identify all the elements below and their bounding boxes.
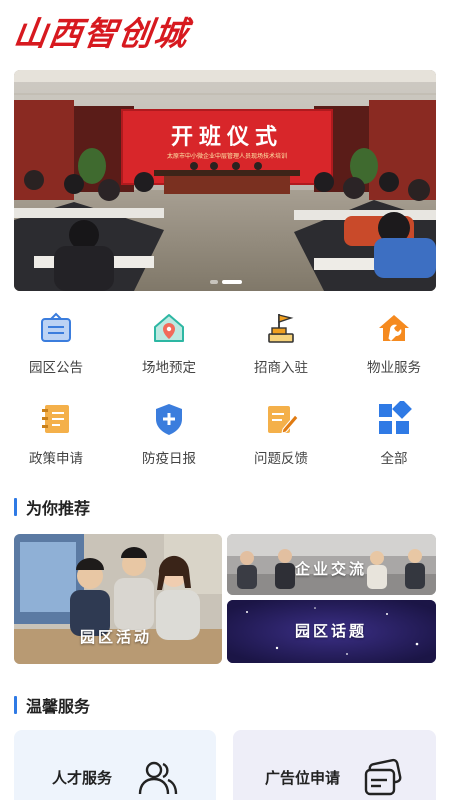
banner-carousel[interactable]: 开班仪式 太原市中小微企业中层管理人员现场技术培训 — [14, 70, 436, 291]
menu-item-venue-booking[interactable]: 场地预定 — [113, 304, 225, 378]
card-park-activities[interactable]: 园区活动 — [14, 534, 222, 664]
section-accent-bar — [14, 498, 17, 516]
menu-item-feedback[interactable]: 问题反馈 — [225, 395, 337, 469]
app-logo: 山西智创城 — [11, 14, 192, 53]
carousel-indicator — [210, 280, 242, 284]
card-label: 园区话题 — [295, 622, 368, 640]
people-icon — [138, 761, 178, 795]
service-talent[interactable]: 人才服务 — [14, 730, 216, 800]
notice-board-icon — [41, 312, 71, 342]
edit-note-icon — [268, 406, 299, 434]
cards-icon — [364, 758, 402, 796]
card-enterprise-exchange[interactable]: 企业交流 — [227, 534, 436, 595]
notebook-icon — [42, 405, 69, 433]
menu-item-label: 全部 — [380, 451, 408, 467]
banner-sign-title: 开班仪式 — [171, 124, 283, 150]
menu-item-label: 问题反馈 — [254, 451, 308, 467]
card-park-topics[interactable]: 园区话题 — [227, 600, 436, 663]
section-title-text: 为你推荐 — [26, 499, 91, 518]
carousel-dot[interactable] — [210, 280, 218, 284]
house-wrench-icon — [379, 315, 409, 341]
grid-apps-icon — [379, 401, 412, 434]
service-label: 人才服务 — [52, 769, 113, 787]
service-ad-space[interactable]: 广告位申请 — [233, 730, 436, 800]
banner-sign-subtitle: 太原市中小微企业中层管理人员现场技术培训 — [167, 152, 287, 160]
section-title-text: 温馨服务 — [26, 697, 91, 716]
menu-item-epidemic-daily[interactable]: 防疫日报 — [113, 395, 225, 469]
menu-item-label: 防疫日报 — [142, 451, 196, 467]
menu-item-label: 物业服务 — [367, 360, 421, 376]
section-accent-bar — [14, 696, 17, 714]
menu-item-park-notice[interactable]: 园区公告 — [0, 304, 112, 378]
menu-item-label: 政策申请 — [29, 451, 83, 467]
shield-plus-icon — [156, 404, 182, 435]
section-title-recommend: 为你推荐 — [14, 497, 91, 518]
menu-item-label: 场地预定 — [142, 360, 196, 376]
menu-item-label: 园区公告 — [29, 360, 83, 376]
flag-building-icon — [268, 314, 294, 343]
menu-item-all[interactable]: 全部 — [338, 395, 450, 469]
menu-item-investment[interactable]: 招商入驻 — [225, 304, 337, 378]
service-label: 广告位申请 — [265, 769, 341, 787]
location-house-icon — [154, 314, 184, 342]
card-label: 园区活动 — [80, 628, 153, 646]
menu-item-policy-application[interactable]: 政策申请 — [0, 395, 112, 469]
carousel-dot-active[interactable] — [222, 280, 242, 284]
menu-item-label: 招商入驻 — [254, 360, 308, 376]
section-title-services: 温馨服务 — [14, 695, 91, 716]
banner-photo: 开班仪式 太原市中小微企业中层管理人员现场技术培训 — [14, 70, 436, 291]
card-label: 企业交流 — [295, 560, 368, 578]
menu-item-property-service[interactable]: 物业服务 — [338, 304, 450, 378]
